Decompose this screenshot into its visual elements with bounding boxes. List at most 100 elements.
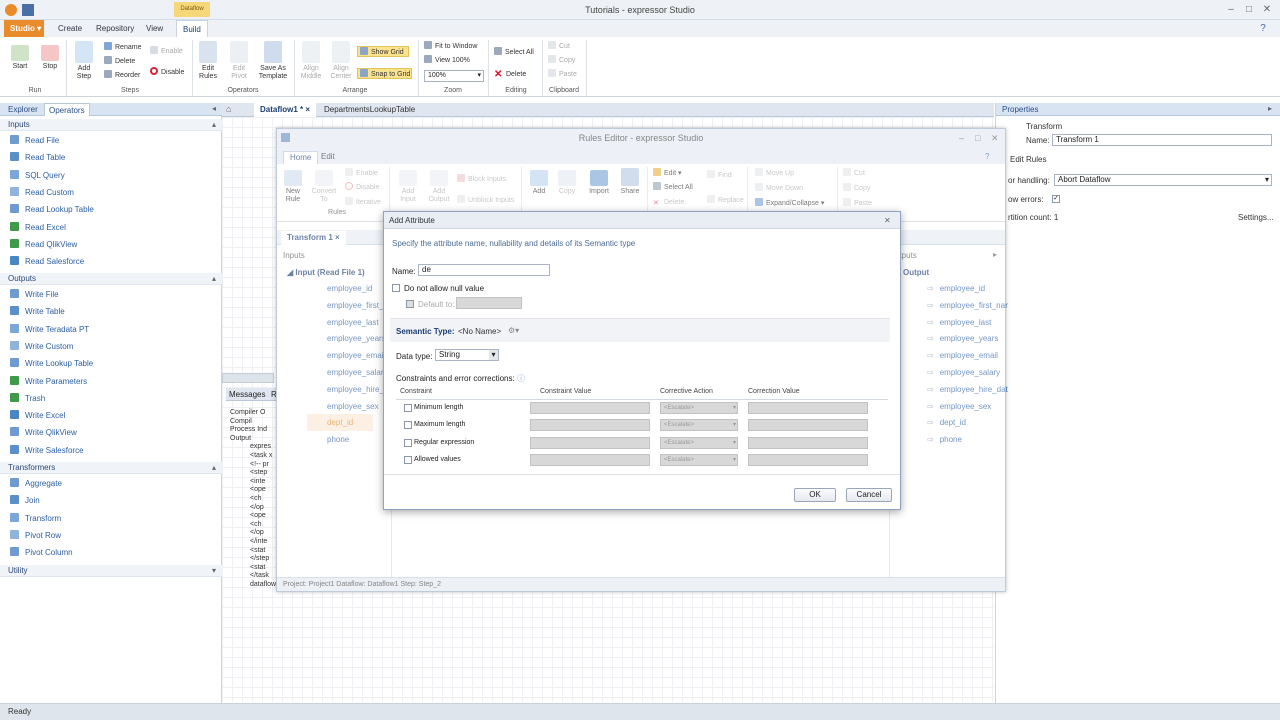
tab-operators[interactable]: Operators xyxy=(44,103,90,116)
constraint-maximum-length-action-select[interactable]: <Escalate> ▾ xyxy=(660,419,738,432)
delete-step-button[interactable]: Delete xyxy=(104,56,135,67)
zoom-select[interactable]: 100% ▾ xyxy=(424,70,484,82)
save-as-template-button[interactable]: Save As Template xyxy=(256,41,290,81)
tab-repository[interactable]: Repository xyxy=(90,20,140,37)
error-handling-select[interactable]: Abort Dataflow ▾ xyxy=(1054,174,1272,186)
constraint-maximum-length-value[interactable] xyxy=(530,419,650,432)
section-transformers[interactable]: Transformers ▴ xyxy=(0,462,222,474)
constraint-allowed-values-checkbox[interactable] xyxy=(404,455,412,464)
constraint-minimum-length-checkbox[interactable] xyxy=(404,404,412,412)
operator-write-custom[interactable]: Write Custom xyxy=(10,339,73,355)
constraint-regular-expression-action-select[interactable]: <Escalate> ▾ xyxy=(660,436,738,449)
semantic-type-menu-icon[interactable]: ⚙▾ xyxy=(508,326,519,335)
constraint-minimum-length-correction[interactable] xyxy=(748,402,868,414)
constraint-regular-expression-value[interactable] xyxy=(530,436,650,449)
show-errors-checkbox[interactable]: ✓ xyxy=(1052,195,1060,203)
dialog-close-icon[interactable]: ✕ xyxy=(884,212,891,229)
operator-read-file[interactable]: Read File xyxy=(10,133,59,149)
operator-read-qlikview[interactable]: Read QlikView xyxy=(10,237,77,253)
tab-dataflow1[interactable]: Dataflow1 * × xyxy=(254,103,317,117)
operator-trash[interactable]: Trash xyxy=(10,391,45,407)
operator-read-excel[interactable]: Read Excel xyxy=(10,220,66,236)
constraint-allowed-values-correction[interactable] xyxy=(748,453,868,466)
operator-write-excel[interactable]: Write Excel xyxy=(10,408,65,424)
copy-button[interactable]: Copy xyxy=(548,55,575,66)
default-value-input[interactable] xyxy=(456,297,522,309)
operator-write-lookup-table[interactable]: Write Lookup Table xyxy=(10,356,93,372)
help-icon[interactable]: ? xyxy=(1256,23,1270,35)
section-outputs[interactable]: Outputs ▴ xyxy=(0,273,222,285)
constraint-regular-expression-checkbox[interactable] xyxy=(404,438,412,447)
delete-button[interactable]: ✕ Delete xyxy=(494,69,526,80)
collapse-panel-icon[interactable]: ◂ xyxy=(212,104,216,113)
snap-to-grid-toggle[interactable]: Snap to Grid xyxy=(357,68,412,79)
view-100-button[interactable]: View 100% xyxy=(424,55,470,66)
canvas-scrollbar[interactable] xyxy=(222,373,274,383)
constraint-maximum-length-correction[interactable] xyxy=(748,419,868,432)
constraint-allowed-values-action-select[interactable]: <Escalate> ▾ xyxy=(660,453,738,466)
tab-create[interactable]: Create xyxy=(52,20,88,37)
tab-studio[interactable]: Studio ▾ xyxy=(4,20,44,37)
operator-read-salesforce[interactable]: Read Salesforce xyxy=(10,254,84,270)
stop-button[interactable]: Stop xyxy=(36,45,64,71)
operator-write-qlikview[interactable]: Write QlikView xyxy=(10,425,77,441)
show-grid-toggle[interactable]: Show Grid xyxy=(357,46,409,57)
operator-write-file[interactable]: Write File xyxy=(10,287,59,303)
operator-transform[interactable]: Transform xyxy=(10,511,61,527)
operator-aggregate[interactable]: Aggregate xyxy=(10,476,62,492)
operator-read-custom[interactable]: Read Custom xyxy=(10,185,74,201)
operator-write-teradata-pt[interactable]: Write Teradata PT xyxy=(10,322,89,338)
cancel-button[interactable]: Cancel xyxy=(846,488,892,502)
edit-rules-button[interactable]: Edit Rules xyxy=(196,41,220,81)
edit-rules-link[interactable]: Edit Rules xyxy=(1010,155,1046,164)
align-center-button[interactable]: Align Center xyxy=(328,41,354,81)
operator-read-table[interactable]: Read Table xyxy=(10,150,65,166)
operator-pivot-column[interactable]: Pivot Column xyxy=(10,545,73,561)
tab-explorer[interactable]: Explorer xyxy=(4,103,42,116)
operator-write-table[interactable]: Write Table xyxy=(10,304,65,320)
home-icon[interactable]: ⌂ xyxy=(226,104,238,115)
constraint-minimum-length-action-select[interactable]: <Escalate> ▾ xyxy=(660,402,738,414)
add-step-button[interactable]: Add Step xyxy=(70,41,98,81)
constraint-allowed-values-value[interactable] xyxy=(530,453,650,466)
edit-pivot-button[interactable]: Edit Pivot xyxy=(226,41,252,81)
collapse-right-icon[interactable]: ▸ xyxy=(1268,104,1272,113)
operator-read-lookup-table[interactable]: Read Lookup Table xyxy=(10,202,94,218)
default-to-checkbox[interactable] xyxy=(406,300,414,308)
tab-view[interactable]: View xyxy=(140,20,169,37)
maximize-icon[interactable]: □ xyxy=(1242,4,1256,16)
attribute-name-input[interactable]: de xyxy=(418,264,550,276)
tab-departments-lookup[interactable]: DepartmentsLookupTable xyxy=(320,103,419,117)
tab-messages[interactable]: Messages xyxy=(229,390,265,399)
disable-step-button[interactable]: Disable xyxy=(150,67,184,78)
operator-sql-query[interactable]: SQL Query xyxy=(10,168,65,184)
close-icon[interactable]: ✕ xyxy=(1260,4,1274,16)
minimize-icon[interactable]: – xyxy=(1224,4,1238,16)
operator-pivot-row[interactable]: Pivot Row xyxy=(10,528,61,544)
section-utility[interactable]: Utility ▾ xyxy=(0,565,222,577)
not-null-checkbox[interactable] xyxy=(392,284,400,292)
constraint-minimum-length-value[interactable] xyxy=(530,402,650,414)
operator-write-parameters[interactable]: Write Parameters xyxy=(10,374,87,390)
fit-to-window-button[interactable]: Fit to Window xyxy=(424,41,477,52)
constraint-regular-expression-correction[interactable] xyxy=(748,436,868,449)
settings-link[interactable]: Settings... xyxy=(1238,213,1274,222)
select-all-button[interactable]: Select All xyxy=(494,47,534,58)
ok-button[interactable]: OK xyxy=(794,488,836,502)
section-inputs[interactable]: Inputs ▴ xyxy=(0,119,222,131)
paste-button[interactable]: Paste xyxy=(548,69,577,80)
start-button[interactable]: Start xyxy=(6,45,34,71)
constraint-maximum-length-checkbox[interactable] xyxy=(404,421,412,430)
name-input[interactable]: Transform 1 xyxy=(1052,134,1272,146)
align-middle-button[interactable]: Align Middle xyxy=(298,41,324,81)
data-type-select[interactable]: String ▾ xyxy=(435,349,499,361)
operator-join[interactable]: Join xyxy=(10,493,40,509)
enable-step-button[interactable]: Enable xyxy=(150,46,183,57)
operator-write-file-icon xyxy=(10,289,19,298)
paste-icon xyxy=(548,69,556,77)
operator-write-salesforce[interactable]: Write Salesforce xyxy=(10,443,84,459)
reorder-button[interactable]: Reorder xyxy=(104,70,140,81)
rename-button[interactable]: Rename xyxy=(104,42,141,53)
tab-build[interactable]: Build xyxy=(176,20,208,37)
cut-button[interactable]: Cut xyxy=(548,41,570,52)
